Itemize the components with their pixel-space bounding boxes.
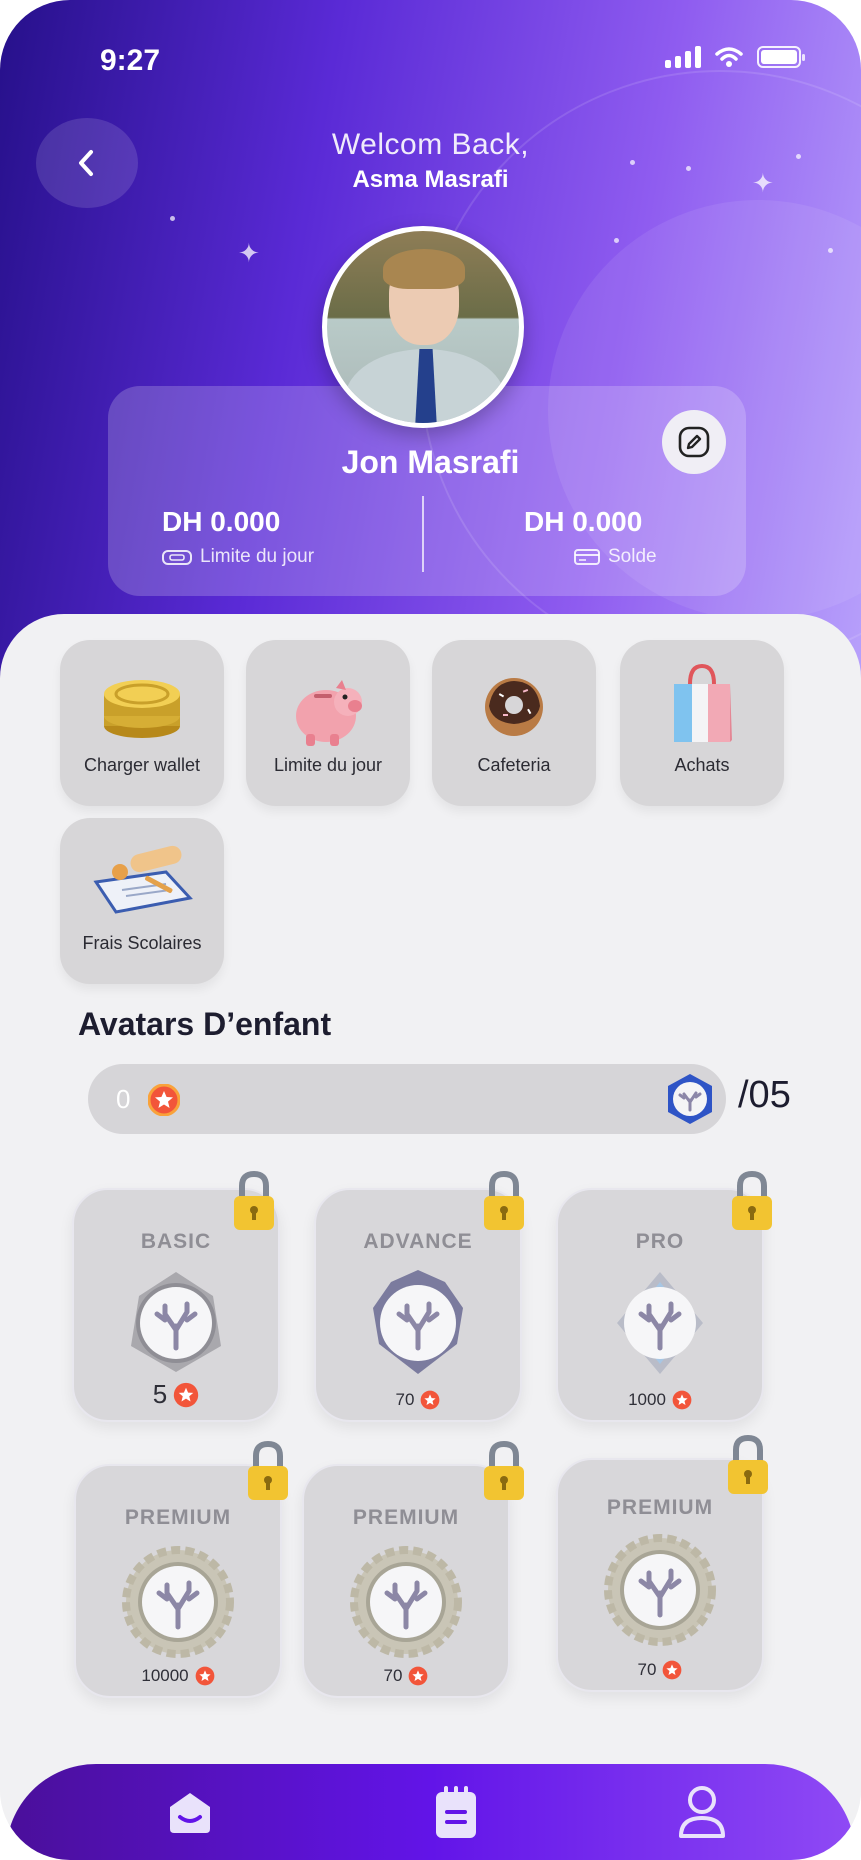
star-dot xyxy=(170,216,175,221)
coins-icon xyxy=(101,676,183,747)
level-title: PREMIUM xyxy=(124,1506,232,1529)
level-price: 70 xyxy=(558,1660,762,1680)
tile-limite-du-jour[interactable]: Limite du jour xyxy=(246,640,410,806)
lock-icon xyxy=(484,1170,524,1230)
bottom-tab-bar xyxy=(6,1764,855,1860)
lock-icon xyxy=(248,1440,288,1500)
tile-frais-scolaires[interactable]: Frais Scolaires xyxy=(60,818,224,984)
coral-badge-icon xyxy=(122,1546,234,1658)
level-title: PRO xyxy=(635,1230,685,1253)
level-price: 70 xyxy=(304,1666,508,1686)
tile-label: Charger wallet xyxy=(83,755,201,775)
parent-name: Asma Masrafi xyxy=(352,166,509,193)
balance-label: Solde xyxy=(574,546,657,568)
points-count: 0 xyxy=(116,1084,131,1114)
tile-label: Limite du jour xyxy=(273,755,383,775)
tab-notes[interactable] xyxy=(426,1782,486,1842)
coral-badge-icon xyxy=(604,1534,716,1646)
star-dot xyxy=(614,238,619,243)
tab-profile[interactable] xyxy=(672,1782,732,1842)
level-price-value: 70 xyxy=(637,1660,657,1679)
star-coin-icon xyxy=(409,1666,428,1686)
star-coin-icon xyxy=(174,1382,199,1407)
piggy-bank-icon xyxy=(292,676,364,753)
welcome-text: Welcom Back, xyxy=(331,128,530,161)
child-name: Jon Masrafi xyxy=(341,444,520,480)
cellular-signal-icon xyxy=(665,46,701,68)
star-coin-icon xyxy=(663,1660,682,1680)
child-avatar[interactable] xyxy=(322,226,524,428)
tile-label: Achats xyxy=(674,755,730,775)
level-title: BASIC xyxy=(140,1230,212,1253)
status-bar: 9:27 xyxy=(100,40,805,80)
points-max: /05 xyxy=(738,1074,791,1116)
avatar-progress-bar: 0 xyxy=(88,1064,726,1134)
sparkle-icon: ✦ xyxy=(238,238,260,268)
lock-icon xyxy=(728,1434,768,1494)
tile-label: Frais Scolaires xyxy=(82,933,202,953)
wallet-small-icon xyxy=(162,550,192,565)
shopping-bag-icon xyxy=(670,662,734,751)
coral-badge-icon xyxy=(350,1546,462,1658)
star-coin-icon xyxy=(195,1666,215,1686)
avatars-section-title: Avatars D’enfant xyxy=(78,1006,332,1042)
balance-amount: DH 0.000 xyxy=(524,506,643,537)
level-price: 5 xyxy=(74,1379,278,1410)
profile-icon xyxy=(679,1786,725,1838)
level-price-value: 70 xyxy=(395,1390,415,1409)
level-price-value: 1000 xyxy=(628,1390,666,1409)
card-divider xyxy=(422,496,424,572)
level-shield-icon xyxy=(668,1074,712,1124)
balance-label-text: Solde xyxy=(608,546,657,567)
tile-cafeteria[interactable]: Cafeteria xyxy=(432,640,596,806)
star-coin-icon xyxy=(148,1084,180,1116)
app-screen: ✦ ✦ 9:27 Welcom Back, Asma Masrafi Jon M… xyxy=(0,0,861,1860)
daily-limit-label-text: Limite du jour xyxy=(200,546,315,567)
tab-home[interactable] xyxy=(160,1782,220,1842)
lock-icon xyxy=(234,1170,274,1230)
tile-achats[interactable]: Achats xyxy=(620,640,784,806)
tile-charger-wallet[interactable]: Charger wallet xyxy=(60,640,224,806)
wifi-icon xyxy=(715,47,743,67)
star-coin-icon xyxy=(672,1390,692,1410)
level-title: PREMIUM xyxy=(352,1506,460,1529)
level-price-value: 5 xyxy=(152,1379,168,1409)
level-price: 70 xyxy=(316,1390,520,1410)
level-price: 1000 xyxy=(558,1390,762,1410)
coral-badge-icon xyxy=(617,1272,703,1374)
battery-icon xyxy=(757,46,805,68)
home-icon xyxy=(170,1793,210,1833)
daily-limit-label: Limite du jour xyxy=(162,546,314,568)
star-dot xyxy=(828,248,833,253)
profile-header: ✦ ✦ 9:27 Welcom Back, Asma Masrafi Jon M… xyxy=(0,0,861,680)
daily-limit-amount: DH 0.000 xyxy=(162,506,281,537)
coral-badge-icon xyxy=(131,1272,221,1372)
avatar-level-premium-2[interactable]: PREMIUM 70 xyxy=(302,1464,510,1698)
lock-icon xyxy=(484,1440,524,1500)
coral-badge-icon xyxy=(373,1270,463,1374)
level-price: 10000 xyxy=(76,1666,280,1686)
notes-icon xyxy=(436,1786,476,1838)
level-price-value: 70 xyxy=(383,1666,403,1685)
status-icons xyxy=(665,46,805,68)
tile-label: Cafeteria xyxy=(477,755,551,775)
welcome-block: Welcom Back, Asma Masrafi xyxy=(0,128,861,194)
school-fees-icon xyxy=(86,842,198,919)
status-time: 9:27 xyxy=(100,44,161,77)
card-small-icon xyxy=(574,549,600,565)
star-coin-icon xyxy=(421,1390,440,1410)
level-price-value: 10000 xyxy=(141,1666,189,1685)
donut-icon xyxy=(483,676,545,743)
lock-icon xyxy=(732,1170,772,1230)
level-title: ADVANCE xyxy=(363,1230,473,1253)
level-title: PREMIUM xyxy=(606,1496,714,1519)
